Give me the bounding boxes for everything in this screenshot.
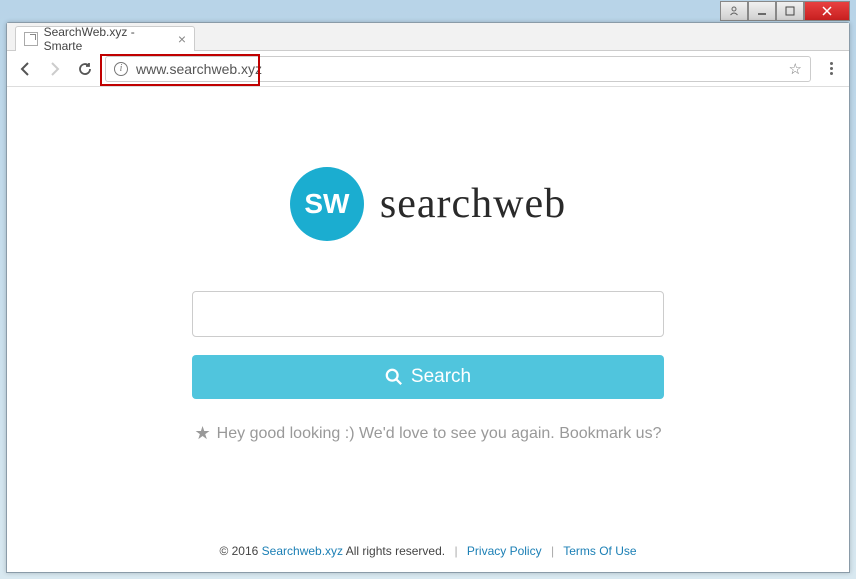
logo: SW searchweb bbox=[290, 167, 566, 241]
footer: © 2016 Searchweb.xyz All rights reserved… bbox=[7, 544, 849, 558]
tab-close-icon[interactable]: × bbox=[178, 31, 186, 47]
bookmark-star-icon[interactable]: ☆ bbox=[789, 60, 802, 78]
terms-link[interactable]: Terms Of Use bbox=[563, 544, 636, 558]
browser-toolbar: i www.searchweb.xyz ☆ bbox=[7, 51, 849, 87]
search-button[interactable]: Search bbox=[192, 355, 664, 399]
copyright-suffix: All rights reserved. bbox=[346, 544, 445, 558]
tab-title: SearchWeb.xyz - Smarte bbox=[44, 25, 172, 53]
footer-site-link[interactable]: Searchweb.xyz bbox=[262, 544, 343, 558]
page-icon bbox=[24, 32, 38, 46]
browser-window: SearchWeb.xyz - Smarte × i www.searchweb… bbox=[6, 22, 850, 573]
forward-button[interactable] bbox=[45, 59, 65, 79]
privacy-link[interactable]: Privacy Policy bbox=[467, 544, 542, 558]
maximize-button[interactable] bbox=[776, 1, 804, 21]
site-info-icon[interactable]: i bbox=[114, 62, 128, 76]
url-text: www.searchweb.xyz bbox=[136, 61, 781, 77]
page-content: SW searchweb Search ★ Hey good looking :… bbox=[7, 87, 849, 572]
copyright-prefix: © 2016 bbox=[219, 544, 258, 558]
search-icon bbox=[385, 368, 403, 386]
minimize-button[interactable] bbox=[748, 1, 776, 21]
search-input[interactable] bbox=[192, 291, 664, 337]
tab-strip: SearchWeb.xyz - Smarte × bbox=[7, 23, 849, 51]
close-button[interactable] bbox=[804, 1, 850, 21]
tagline-text: Hey good looking :) We'd love to see you… bbox=[217, 425, 662, 443]
reload-button[interactable] bbox=[75, 59, 95, 79]
back-button[interactable] bbox=[15, 59, 35, 79]
user-button[interactable] bbox=[720, 1, 748, 21]
logo-text: searchweb bbox=[380, 180, 566, 228]
tagline: ★ Hey good looking :) We'd love to see y… bbox=[195, 423, 662, 444]
menu-button[interactable] bbox=[821, 62, 841, 75]
star-icon: ★ bbox=[195, 423, 211, 444]
window-controls bbox=[720, 1, 850, 21]
address-bar[interactable]: i www.searchweb.xyz ☆ bbox=[105, 56, 811, 82]
browser-tab[interactable]: SearchWeb.xyz - Smarte × bbox=[15, 26, 195, 51]
logo-badge: SW bbox=[290, 167, 364, 241]
search-button-label: Search bbox=[411, 366, 471, 388]
